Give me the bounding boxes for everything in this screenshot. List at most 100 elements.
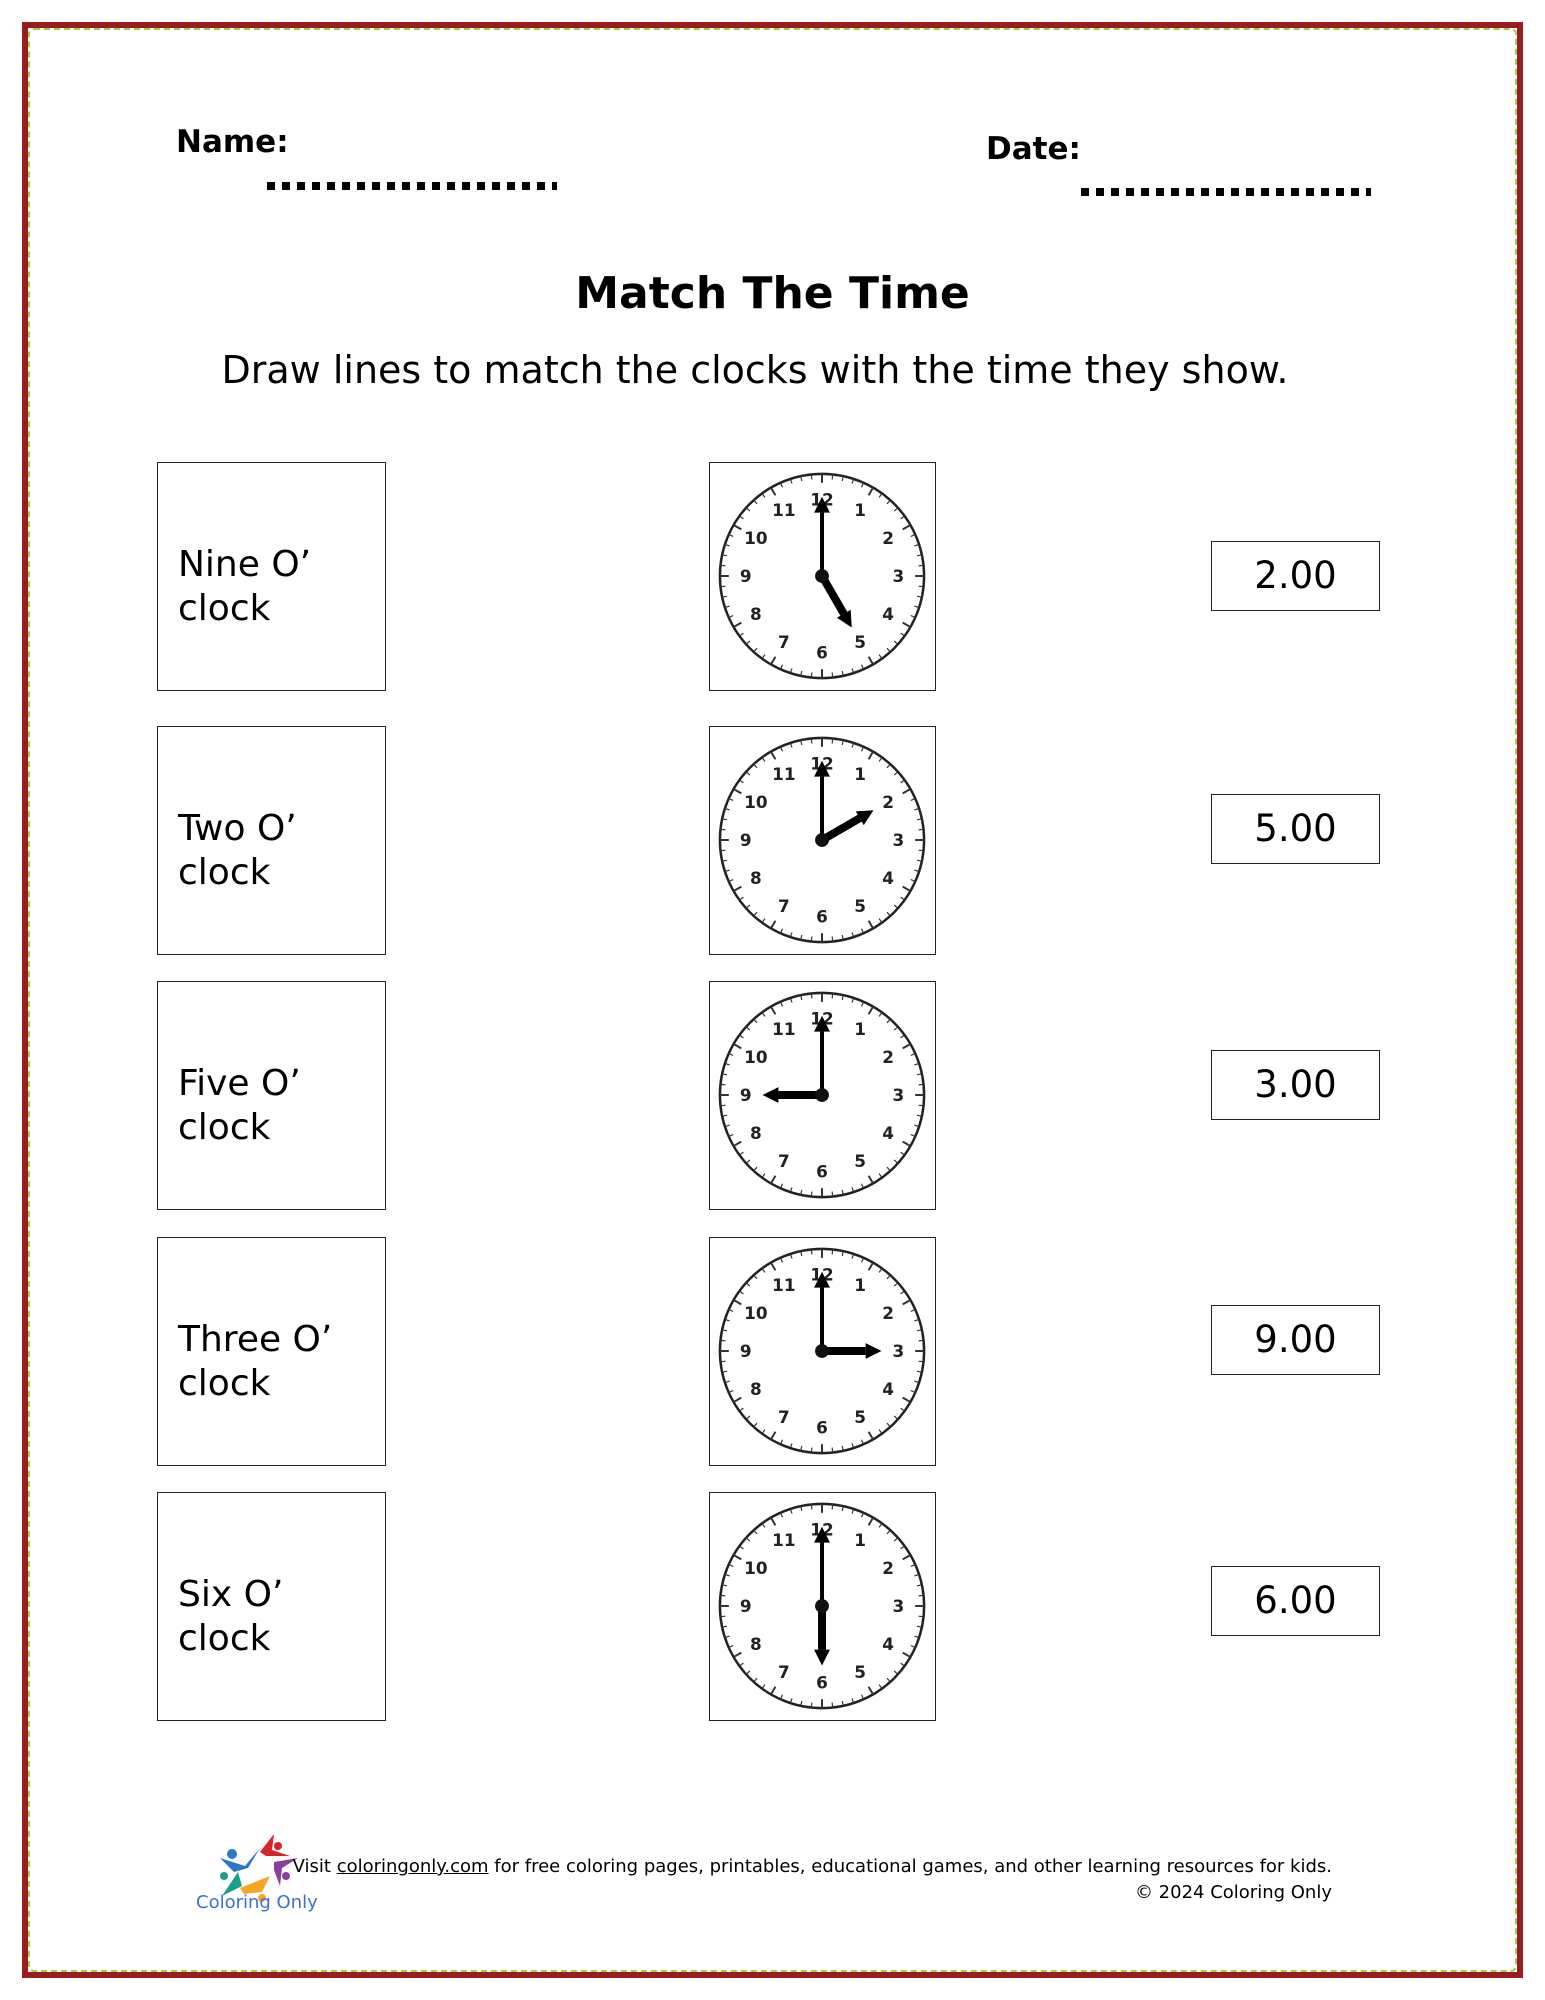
clock-number: 1 (854, 1530, 866, 1550)
clock-tick (810, 672, 813, 678)
clock-tick (831, 672, 834, 678)
clock-tick (831, 936, 834, 942)
clock-icon: 121234567891011 (718, 1247, 926, 1455)
clock-tick (810, 993, 813, 999)
clock-number: 11 (772, 1019, 795, 1039)
name-label: Name: (176, 124, 289, 160)
clock-tick (810, 1191, 813, 1197)
page-title: Match The Time (575, 268, 970, 319)
footer-visit-prefix: Visit (292, 1856, 337, 1877)
clock-number: 5 (854, 632, 866, 652)
copyright-text: © 2024 Coloring Only (1134, 1882, 1332, 1903)
clock-number: 10 (744, 1558, 767, 1578)
word-box-5[interactable]: Six O’ clock (157, 1492, 386, 1721)
clock-icon: 121234567891011 (718, 472, 926, 680)
clock-tick (918, 1083, 924, 1086)
clock-center (815, 1344, 829, 1358)
coloringonly-link[interactable]: coloringonly.com (337, 1856, 489, 1877)
clock-number: 6 (816, 1161, 828, 1181)
clock-tick (720, 1339, 726, 1342)
clock-tick (831, 474, 834, 480)
clock-tick (918, 828, 924, 831)
clock-tick (918, 564, 924, 567)
clock-number: 8 (750, 1634, 762, 1654)
clock-tick (918, 585, 924, 588)
clock-tick (810, 936, 813, 942)
clock-number: 2 (882, 792, 894, 812)
clock-number: 9 (740, 1341, 752, 1361)
clock-number: 5 (854, 896, 866, 916)
clock-tick (720, 1615, 726, 1618)
clock-tick (810, 1702, 813, 1708)
clock-number: 7 (778, 896, 790, 916)
clock-tick (918, 1594, 924, 1597)
time-box-5[interactable]: 6.00 (1211, 1566, 1380, 1636)
word-box-3[interactable]: Five O’ clock (157, 981, 386, 1210)
clock-number: 3 (892, 566, 904, 586)
clock-number: 11 (772, 1530, 795, 1550)
clock-number: 6 (816, 1417, 828, 1437)
clock-number: 2 (882, 1558, 894, 1578)
clock-center (815, 1088, 829, 1102)
clock-box-3[interactable]: 121234567891011 (709, 981, 936, 1210)
clock-box-5[interactable]: 121234567891011 (709, 1492, 936, 1721)
clock-number: 1 (854, 1019, 866, 1039)
clock-number: 4 (882, 604, 894, 624)
time-box-1[interactable]: 2.00 (1211, 541, 1380, 611)
clock-tick (831, 1702, 834, 1708)
clock-tick (831, 1249, 834, 1255)
clock-tick (720, 1594, 726, 1597)
word-label: Nine O’ clock (178, 544, 312, 629)
clock-center (815, 833, 829, 847)
clock-number: 4 (882, 1379, 894, 1399)
clock-tick (720, 828, 726, 831)
clock-number: 8 (750, 1379, 762, 1399)
clock-icon: 121234567891011 (718, 991, 926, 1199)
clock-number: 11 (772, 500, 795, 520)
date-label: Date: (986, 131, 1081, 167)
clock-tick (918, 1339, 924, 1342)
clock-tick (831, 1504, 834, 1510)
clock-icon: 121234567891011 (718, 1502, 926, 1710)
clock-number: 2 (882, 1047, 894, 1067)
clock-number: 3 (892, 830, 904, 850)
clock-tick (810, 1504, 813, 1510)
clock-number: 8 (750, 1123, 762, 1143)
clock-number: 10 (744, 1047, 767, 1067)
clock-box-4[interactable]: 121234567891011 (709, 1237, 936, 1466)
clock-number: 7 (778, 1662, 790, 1682)
clock-number: 11 (772, 764, 795, 784)
word-box-2[interactable]: Two O’ clock (157, 726, 386, 955)
clock-tick (918, 849, 924, 852)
clock-tick (918, 1615, 924, 1618)
time-box-2[interactable]: 5.00 (1211, 794, 1380, 864)
clock-tick (810, 474, 813, 480)
clock-number: 10 (744, 1303, 767, 1323)
word-label: Five O’ clock (178, 1063, 301, 1148)
clock-tick (831, 1447, 834, 1453)
time-box-3[interactable]: 3.00 (1211, 1050, 1380, 1120)
word-box-4[interactable]: Three O’ clock (157, 1237, 386, 1466)
clock-number: 8 (750, 868, 762, 888)
word-box-1[interactable]: Nine O’ clock (157, 462, 386, 691)
clock-number: 2 (882, 1303, 894, 1323)
clock-number: 5 (854, 1151, 866, 1171)
date-line[interactable] (1081, 188, 1371, 196)
clock-box-2[interactable]: 121234567891011 (709, 726, 936, 955)
word-label: Two O’ clock (178, 808, 297, 893)
clock-number: 1 (854, 500, 866, 520)
clock-number: 1 (854, 764, 866, 784)
clock-number: 1 (854, 1275, 866, 1295)
clock-box-1[interactable]: 121234567891011 (709, 462, 936, 691)
clock-number: 2 (882, 528, 894, 548)
time-box-4[interactable]: 9.00 (1211, 1305, 1380, 1375)
clock-number: 5 (854, 1662, 866, 1682)
clock-number: 9 (740, 1596, 752, 1616)
clock-number: 11 (772, 1275, 795, 1295)
clock-number: 9 (740, 1085, 752, 1105)
clock-icon: 121234567891011 (718, 736, 926, 944)
clock-number: 5 (854, 1407, 866, 1427)
clock-tick (720, 849, 726, 852)
clock-tick (720, 585, 726, 588)
name-line[interactable] (267, 182, 557, 190)
